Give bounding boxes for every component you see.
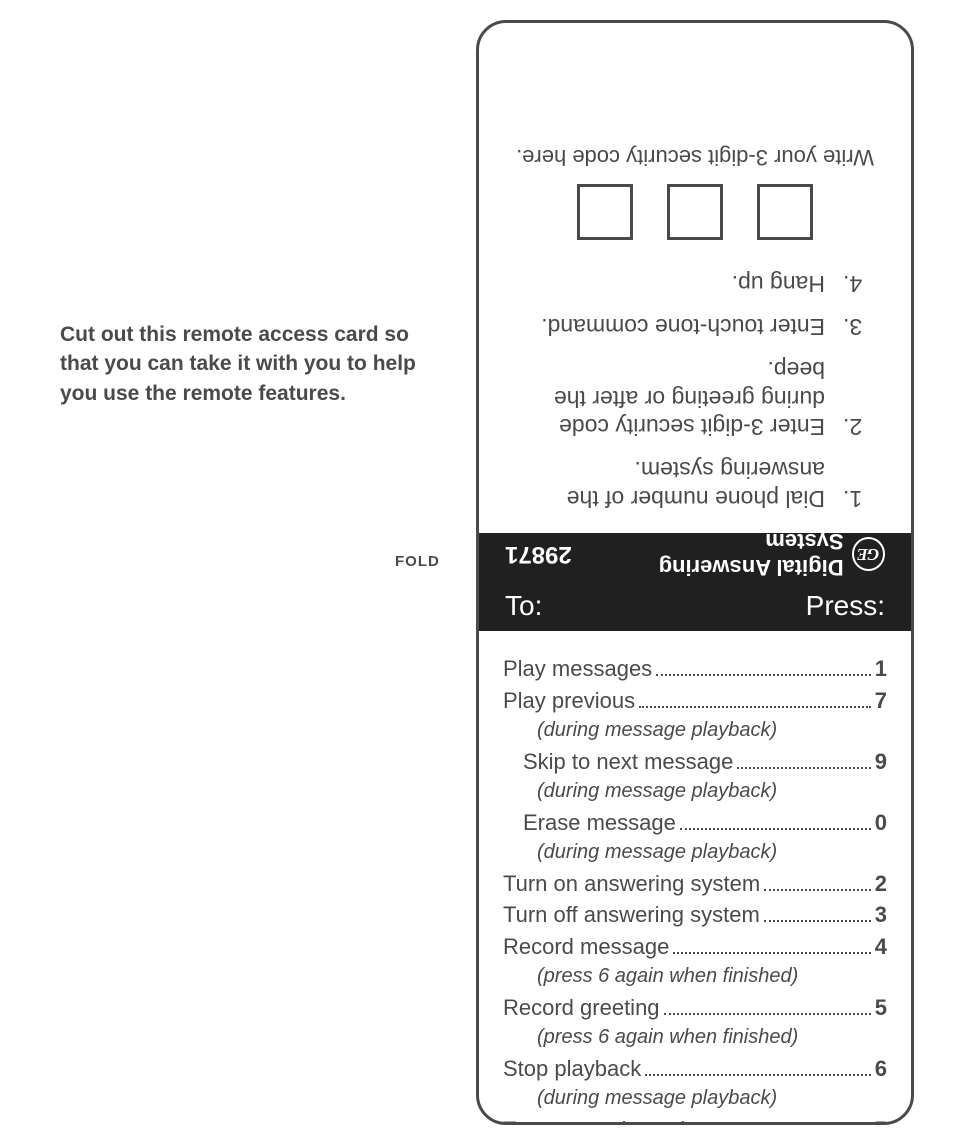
command-row: Record message 4 [503, 931, 887, 963]
leader-dots [680, 812, 871, 830]
security-code-boxes [497, 184, 893, 240]
command-label: Play messages [503, 653, 652, 685]
header-band-bottom: To: Press: [479, 581, 911, 631]
command-key: 2 [875, 868, 887, 900]
leader-dots [701, 1119, 870, 1125]
page: Cut out this remote access card so that … [0, 0, 954, 1145]
command-row: Skip to next message 9 [503, 746, 887, 778]
command-row: To set security code 7 [503, 1114, 887, 1125]
command-key: 7 [875, 1114, 887, 1125]
command-key: 5 [875, 992, 887, 1024]
step-number: 3. [825, 313, 867, 342]
security-code-box[interactable] [667, 184, 723, 240]
command-row: Stop playback 6 [503, 1053, 887, 1085]
column-header-to: To: [505, 590, 542, 622]
step-text: Hang up. [523, 270, 825, 299]
leader-dots [764, 905, 871, 923]
command-row: Erase message 0 [503, 807, 887, 839]
command-label: Turn on answering system [503, 868, 760, 900]
security-code-box[interactable] [757, 184, 813, 240]
leader-dots [639, 690, 871, 708]
fold-label: FOLD [395, 553, 440, 570]
command-key: 4 [875, 931, 887, 963]
step-number: 1. [825, 456, 867, 514]
step-number: 4. [825, 270, 867, 299]
leader-dots [673, 937, 870, 955]
model-number: 29871 [505, 540, 572, 568]
command-label: Record message [503, 931, 669, 963]
command-key: 7 [875, 685, 887, 717]
leader-dots [764, 873, 871, 891]
step-item: 3.Enter touch-tone command. [523, 313, 867, 342]
command-row: Record greeting 5 [503, 992, 887, 1024]
command-key: 3 [875, 899, 887, 931]
step-item: 1.Dial phone number of the answering sys… [523, 456, 867, 514]
command-note: (during message playback) [503, 839, 887, 866]
security-code-caption: Write your 3-digit security code here. [497, 144, 893, 170]
command-row: Play messages 1 [503, 653, 887, 685]
leader-dots [737, 751, 870, 769]
command-label: Record greeting [503, 992, 660, 1024]
security-code-box[interactable] [577, 184, 633, 240]
product-header: GE Digital Answering System 29871 [495, 526, 895, 586]
command-note: (during message playback) [503, 778, 887, 805]
command-row: Turn off answering system 3 [503, 899, 887, 931]
leader-dots [645, 1059, 871, 1077]
header-band-top: GE Digital Answering System 29871 [479, 533, 911, 579]
product-name: Digital Answering System [580, 528, 844, 580]
command-key: 1 [875, 653, 887, 685]
step-text: Enter touch-tone command. [523, 313, 825, 342]
command-row: Turn on answering system 2 [503, 868, 887, 900]
leader-dots [664, 998, 871, 1016]
command-label: To set security code [503, 1114, 697, 1125]
header-band: GE Digital Answering System 29871 To: Pr… [479, 533, 911, 631]
steps-list: 1.Dial phone number of the answering sys… [497, 270, 893, 533]
command-note: (press 6 again when finished) [503, 1024, 887, 1051]
command-label: Erase message [523, 807, 676, 839]
command-label: Stop playback [503, 1053, 641, 1085]
cutout-instruction: Cut out this remote access card so that … [60, 320, 420, 408]
command-label: Play previous [503, 685, 635, 717]
command-row: Play previous 7 [503, 685, 887, 717]
command-key: 6 [875, 1053, 887, 1085]
ge-logo-icon: GE [852, 537, 885, 571]
command-label: Turn off answering system [503, 899, 760, 931]
command-key: 0 [875, 807, 887, 839]
step-item: 4.Hang up. [523, 270, 867, 299]
command-label: Skip to next message [523, 746, 733, 778]
step-number: 2. [825, 355, 867, 441]
column-header-press: Press: [806, 590, 885, 622]
leader-dots [656, 658, 871, 676]
step-item: 2.Enter 3-digit security code during gre… [523, 355, 867, 441]
command-key: 9 [875, 746, 887, 778]
step-text: Dial phone number of the answering syste… [523, 456, 825, 514]
command-note: (during message playback) [503, 1085, 887, 1112]
card-top-panel: 1.Dial phone number of the answering sys… [479, 23, 911, 563]
remote-access-card: 1.Dial phone number of the answering sys… [476, 20, 914, 1125]
command-note: (press 6 again when finished) [503, 963, 887, 990]
step-text: Enter 3-digit security code during greet… [523, 355, 825, 441]
commands-panel: Play messages1Play previous7(during mess… [479, 633, 911, 1125]
command-note: (during message playback) [503, 717, 887, 744]
